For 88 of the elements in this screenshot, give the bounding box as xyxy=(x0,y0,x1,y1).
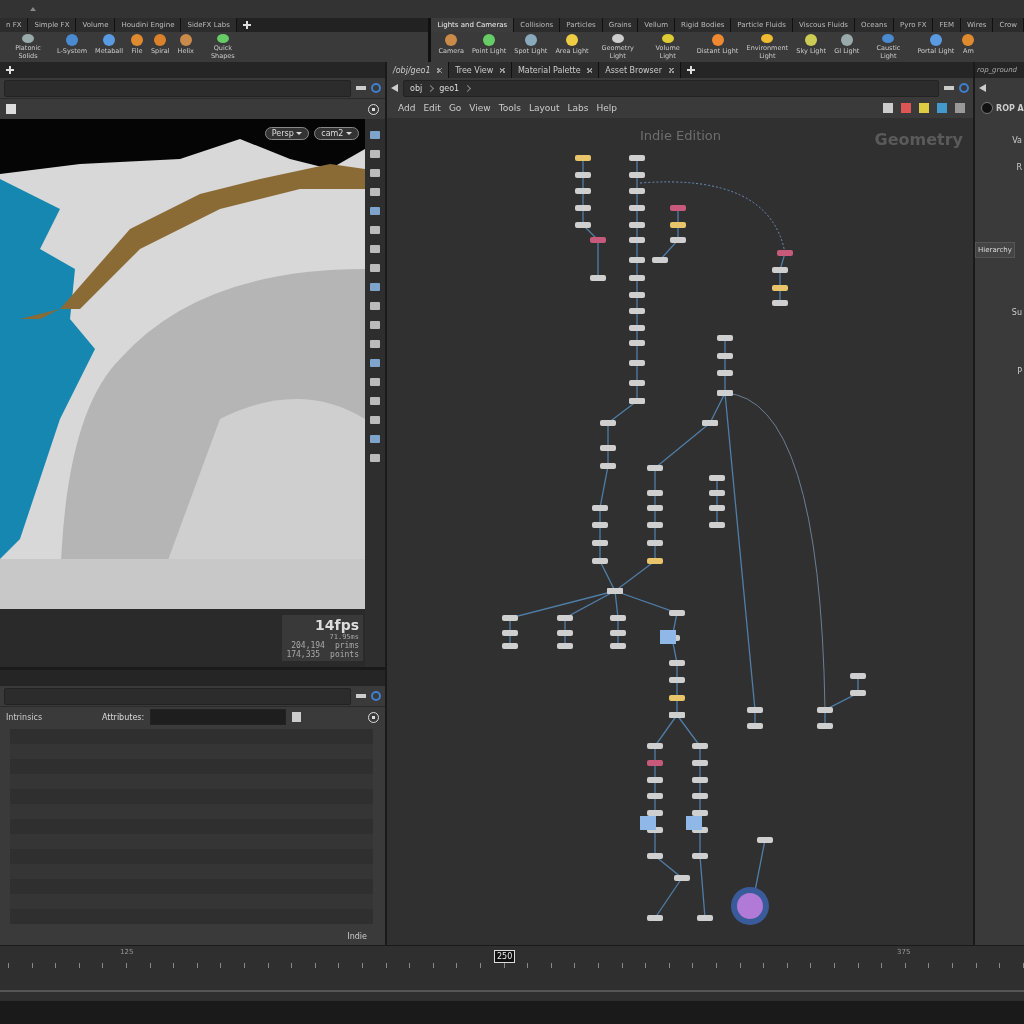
tool-icon xyxy=(154,34,167,46)
tool-icon xyxy=(962,34,975,46)
pane-tab[interactable]: /obj/geo1 xyxy=(387,62,450,78)
tool-icon[interactable] xyxy=(370,416,380,424)
node-icon xyxy=(981,102,993,114)
tool-icon xyxy=(22,34,34,43)
close-icon[interactable] xyxy=(668,67,674,73)
tool-icon[interactable] xyxy=(370,378,380,386)
edition-label: Indie xyxy=(347,932,367,941)
edition-watermark: Indie Edition xyxy=(640,128,722,143)
back-icon[interactable] xyxy=(979,84,986,92)
close-icon[interactable] xyxy=(587,67,593,73)
tool-icon xyxy=(711,34,724,46)
prims-label: prims xyxy=(334,641,359,650)
tool-icon[interactable] xyxy=(883,103,893,113)
add-icon[interactable] xyxy=(6,66,14,74)
tool-icon xyxy=(566,34,579,46)
close-icon[interactable] xyxy=(499,67,505,73)
target-icon[interactable] xyxy=(371,83,381,93)
tool-icon[interactable] xyxy=(370,302,380,310)
points-label: points xyxy=(330,650,359,659)
caret-icon xyxy=(346,132,352,135)
add-icon[interactable] xyxy=(686,66,695,74)
node-type-label: ROP A xyxy=(996,103,1024,113)
pane-tab[interactable]: Asset Browser xyxy=(599,62,681,78)
tool-icon[interactable] xyxy=(370,340,380,348)
menu-item[interactable]: Tools xyxy=(495,103,524,113)
caret-icon xyxy=(296,132,303,135)
prims-count: 204,194 xyxy=(291,641,325,650)
close-icon[interactable] xyxy=(437,67,443,73)
tool-icon[interactable] xyxy=(370,359,380,367)
tool-icon xyxy=(840,34,853,46)
tool-icon xyxy=(882,34,895,43)
tool-icon[interactable] xyxy=(370,283,380,291)
attributes-field[interactable] xyxy=(150,709,287,725)
help-icon[interactable] xyxy=(368,103,379,115)
tool-icon xyxy=(179,34,192,46)
help-icon[interactable] xyxy=(368,711,379,723)
tool-icon xyxy=(216,34,229,43)
tool-icon[interactable] xyxy=(370,169,380,177)
tool-icon[interactable] xyxy=(370,397,380,405)
menu-item[interactable]: Add xyxy=(395,103,419,113)
current-frame-marker[interactable]: 250 xyxy=(494,950,516,963)
fps-readout: 14fps xyxy=(315,617,359,633)
camera-menu[interactable]: cam2 xyxy=(314,127,359,140)
path-field[interactable]: obj geo1 xyxy=(403,79,939,97)
tool-icon[interactable] xyxy=(370,207,380,215)
parameter-label: P xyxy=(1016,366,1023,376)
tool-icon[interactable] xyxy=(370,245,380,253)
tool-icon[interactable] xyxy=(370,226,380,234)
menu-item[interactable]: Edit xyxy=(420,103,444,113)
parameter-label: Su xyxy=(1010,307,1023,317)
tool-icon xyxy=(130,34,143,46)
pane-tab[interactable]: Tree View xyxy=(449,62,512,78)
view-menu[interactable]: Persp xyxy=(264,127,310,140)
tool-icon[interactable] xyxy=(370,131,380,139)
menu-item[interactable]: Help xyxy=(593,103,620,113)
tool-icon xyxy=(445,34,458,46)
attributes-label: Attributes: xyxy=(102,712,145,722)
parameter-label: Va xyxy=(1011,135,1023,145)
tool-icon[interactable] xyxy=(370,454,380,462)
tool-icon xyxy=(524,34,537,46)
parameter-label: R xyxy=(1015,162,1023,172)
tool-icon[interactable] xyxy=(370,321,380,329)
menu-item[interactable]: Go xyxy=(445,103,465,113)
tool-icon[interactable] xyxy=(370,264,380,272)
tool-icon xyxy=(611,34,624,43)
pane-tab[interactable]: Material Palette xyxy=(511,62,600,78)
path-field[interactable] xyxy=(4,79,351,97)
tool-icon[interactable] xyxy=(370,435,380,443)
tool-icon xyxy=(66,34,79,46)
add-icon[interactable] xyxy=(242,21,251,29)
target-icon[interactable] xyxy=(959,83,969,93)
tool-icon xyxy=(805,34,818,46)
target-icon[interactable] xyxy=(371,691,381,701)
menu-item[interactable]: View xyxy=(466,103,494,113)
tool-icon xyxy=(483,34,496,46)
menu-item[interactable]: Labs xyxy=(564,103,592,113)
tool-icon xyxy=(761,34,774,43)
tool-icon[interactable] xyxy=(370,150,380,158)
intrinsics-tab[interactable]: Intrinsics xyxy=(6,712,96,722)
path-field[interactable] xyxy=(4,687,351,705)
tool-icon[interactable] xyxy=(370,188,380,196)
points-count: 174,335 xyxy=(286,650,321,659)
menu-item[interactable]: Layout xyxy=(525,103,563,113)
tool-icon xyxy=(661,34,674,43)
tool-icon xyxy=(929,34,942,46)
tool-icon xyxy=(103,34,116,46)
